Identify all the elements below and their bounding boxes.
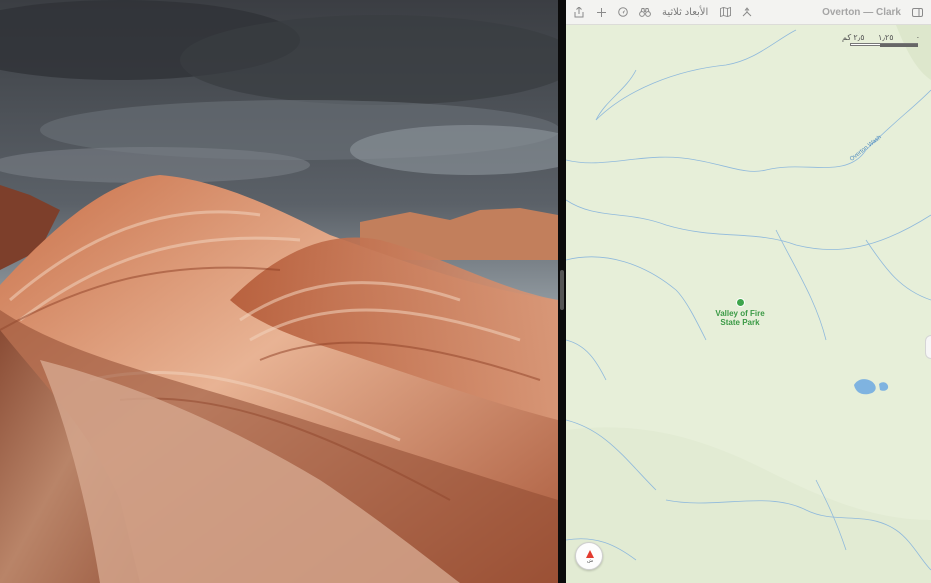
scale-zero-label: ٠ xyxy=(915,33,920,42)
split-view-divider[interactable] xyxy=(558,0,566,583)
map-icon[interactable] xyxy=(714,0,736,25)
plus-icon[interactable] xyxy=(590,0,612,25)
photo-pane xyxy=(0,0,558,583)
3d-toggle-button[interactable]: الأبعاد ثلاثية xyxy=(656,7,714,18)
scale-line-segment xyxy=(880,44,918,47)
map-location-title: Overton — Clark xyxy=(822,7,901,18)
map-scale: ٢٫٥ كم ١٫٢٥ ٠ xyxy=(842,33,922,53)
park-pin-icon[interactable] xyxy=(736,298,745,307)
map-canvas[interactable] xyxy=(566,0,931,583)
sidebar-icon[interactable] xyxy=(909,0,925,25)
scale-mid-label: ١٫٢٥ xyxy=(878,33,894,42)
compass-label: ش xyxy=(586,558,594,564)
map-edge-tab[interactable] xyxy=(925,335,931,359)
split-view-handle[interactable] xyxy=(560,270,564,310)
landscape-photo xyxy=(0,0,558,583)
park-label-line2: State Park xyxy=(720,318,760,327)
compass-needle-icon xyxy=(586,550,594,558)
maps-pane[interactable]: الأبعاد ثلاثية Overton — Clark ٢٫٥ كم ١٫… xyxy=(566,0,931,583)
location-tracking-icon[interactable] xyxy=(612,0,634,25)
directions-icon[interactable] xyxy=(736,0,758,25)
park-label[interactable]: Valley of Fire State Park xyxy=(712,309,768,327)
park-label-line1: Valley of Fire xyxy=(715,309,765,318)
share-icon[interactable] xyxy=(568,0,590,25)
scale-end-label: ٢٫٥ كم xyxy=(842,33,865,42)
compass-button[interactable]: ش xyxy=(575,542,603,570)
binoculars-icon[interactable] xyxy=(634,0,656,25)
